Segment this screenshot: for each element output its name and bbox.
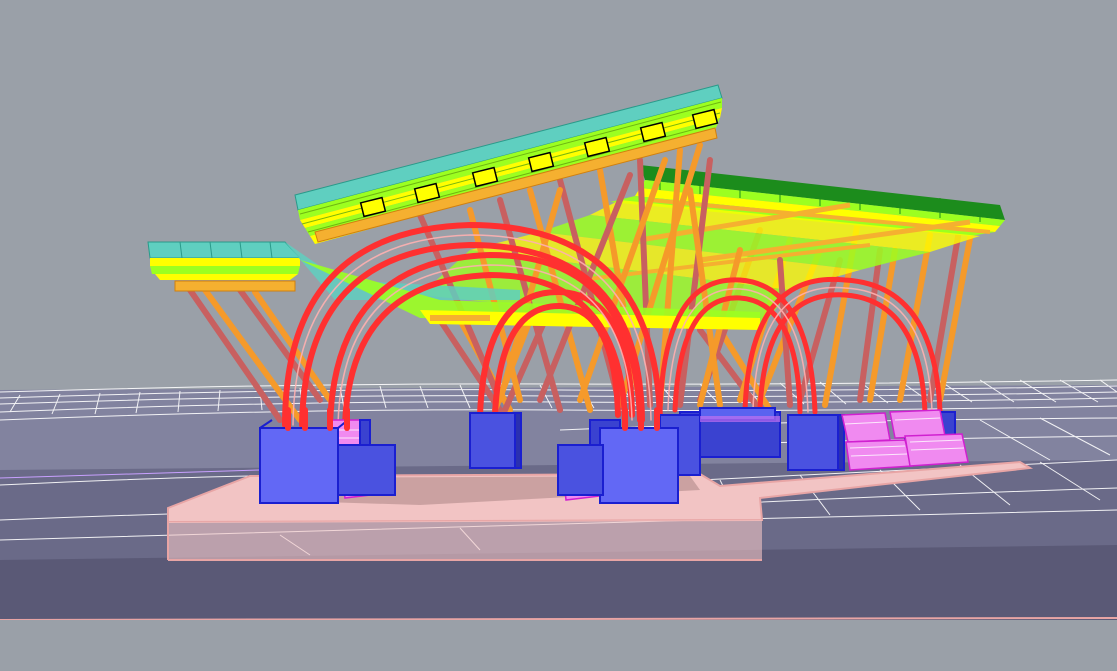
3d-viewport[interactable] bbox=[0, 0, 1117, 671]
plinth-right bbox=[787, 414, 839, 471]
plinth-center-back bbox=[469, 412, 516, 469]
scene-canvas[interactable] bbox=[0, 0, 1117, 671]
plinth-front-left bbox=[259, 427, 339, 504]
plinth-front-center bbox=[599, 427, 679, 504]
